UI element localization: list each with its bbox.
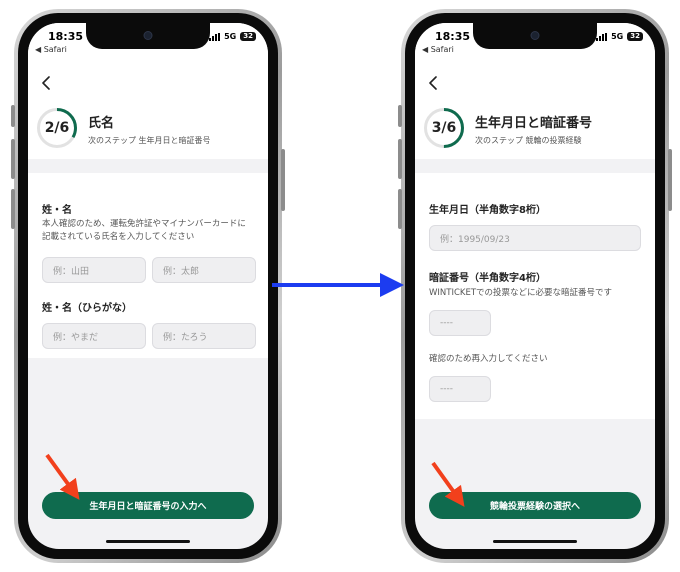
next-step-hint: 次のステップ 競輪の投票経験 (475, 136, 582, 145)
battery-icon: 32 (240, 32, 256, 41)
confirm-description: 確認のため再入力してください (429, 354, 548, 364)
step-counter: 2/6 (44, 120, 70, 136)
kana-label: 姓・名（ひらがな） (42, 303, 132, 314)
pin-confirm-input[interactable]: ---- (429, 376, 491, 402)
last-name-input[interactable]: 例：山田 (42, 257, 146, 283)
back-chevron-icon[interactable] (40, 75, 52, 90)
status-time: 18:35 (48, 30, 84, 43)
notch (86, 23, 210, 49)
mute-switch (11, 105, 15, 127)
screen-right: 18:35 ◀ Safari 5G 32 3/6 生年月日と暗証番号 次のステッ… (415, 23, 655, 549)
step-header: 3/6 生年月日と暗証番号 次のステップ 競輪の投票経験 (415, 63, 655, 159)
network-type: 5G (611, 32, 624, 41)
name-description: 本人確認のため、運転免許証やマイナンバーカードに記載されている氏名を入力してくだ… (42, 219, 246, 242)
page-title: 氏名 (88, 116, 115, 131)
name-label: 姓・名 (42, 205, 72, 216)
home-indicator (493, 540, 577, 543)
home-indicator (106, 540, 190, 543)
progress-ring: 2/6 (36, 107, 78, 149)
signal-icon (596, 32, 608, 41)
birthdate-input[interactable]: 例：1995/09/23 (429, 225, 641, 251)
step-counter: 3/6 (431, 120, 457, 136)
last-name-kana-input[interactable]: 例：やまだ (42, 323, 146, 349)
status-time: 18:35 (435, 30, 471, 43)
step-header: 2/6 氏名 次のステップ 生年月日と暗証番号 (28, 63, 268, 159)
camera (143, 31, 153, 40)
pin-input[interactable]: ---- (429, 310, 491, 336)
back-chevron-icon[interactable] (427, 75, 439, 90)
battery-icon: 32 (627, 32, 643, 41)
name-form: 姓・名 本人確認のため、運転免許証やマイナンバーカードに記載されている氏名を入力… (28, 173, 268, 358)
back-to-safari-link[interactable]: ◀ Safari (422, 45, 454, 54)
volume-down-button (398, 189, 402, 229)
signal-icon (209, 32, 221, 41)
first-name-kana-input[interactable]: 例：たろう (152, 323, 256, 349)
power-button (281, 149, 285, 211)
first-name-input[interactable]: 例：太郎 (152, 257, 256, 283)
page-title: 生年月日と暗証番号 (475, 116, 593, 131)
birthdate-pin-form: 生年月日（半角数字8桁） 例：1995/09/23 暗証番号（半角数字4桁） W… (415, 173, 655, 419)
volume-up-button (398, 139, 402, 179)
power-button (668, 149, 672, 211)
to-experience-button[interactable]: 競輪投票経験の選択へ (429, 492, 641, 519)
to-birthdate-button[interactable]: 生年月日と暗証番号の入力へ (42, 492, 254, 519)
phone-right: 18:35 ◀ Safari 5G 32 3/6 生年月日と暗証番号 次のステッ… (398, 9, 672, 563)
progress-ring: 3/6 (423, 107, 465, 149)
pin-description: WINTICKETでの投票などに必要な暗証番号です (429, 288, 613, 298)
volume-down-button (11, 189, 15, 229)
next-step-hint: 次のステップ 生年月日と暗証番号 (88, 136, 211, 145)
network-type: 5G (224, 32, 237, 41)
notch (473, 23, 597, 49)
phone-left: 18:35 ◀ Safari 5G 32 2/6 氏名 次のステップ 生年月日と… (11, 9, 285, 563)
mute-switch (398, 105, 402, 127)
camera (530, 31, 540, 40)
birthdate-label: 生年月日（半角数字8桁） (429, 205, 546, 216)
pin-label: 暗証番号（半角数字4桁） (429, 273, 546, 284)
volume-up-button (11, 139, 15, 179)
back-to-safari-link[interactable]: ◀ Safari (35, 45, 67, 54)
screen-left: 18:35 ◀ Safari 5G 32 2/6 氏名 次のステップ 生年月日と… (28, 23, 268, 549)
